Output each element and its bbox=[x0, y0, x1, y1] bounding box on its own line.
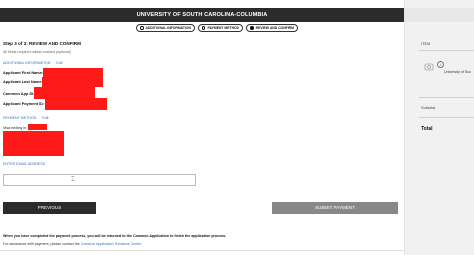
info-icon[interactable]: i bbox=[437, 61, 444, 68]
email-label: ENTER EMAIL ADDRESS bbox=[3, 162, 46, 166]
solutions-center-link[interactable]: Common Application Solutions Center. bbox=[81, 242, 142, 246]
sidebar-header-band bbox=[405, 8, 474, 22]
sidebar-divider bbox=[419, 50, 474, 51]
edit-additional-info-link[interactable]: Edit bbox=[56, 61, 62, 65]
step-payment-method[interactable]: PAYMENT METHOD bbox=[197, 24, 244, 32]
edit-payment-method-link[interactable]: Edit bbox=[42, 116, 48, 120]
last-name-label: Applicant Last Name: bbox=[3, 79, 43, 84]
redaction-payment-id bbox=[45, 98, 107, 110]
step-dot-icon bbox=[140, 26, 144, 30]
step-label: ADDITIONAL INFORMATION bbox=[145, 26, 191, 30]
step-label: REVIEW AND CONFIRM bbox=[255, 26, 294, 30]
footer-divider bbox=[0, 250, 404, 251]
step-review-and-confirm[interactable]: REVIEW AND CONFIRM bbox=[246, 24, 298, 32]
section-label: PAYMENT METHOD bbox=[3, 116, 37, 120]
card-ending-text: Visa ending in bbox=[3, 126, 27, 130]
subtotal-label: Subtotal bbox=[421, 105, 436, 110]
return-notice: When you have completed the payment proc… bbox=[3, 234, 227, 238]
assistance-text: For assistance with payment, please cont… bbox=[3, 242, 80, 246]
payment-method-section-header: PAYMENT METHOD Edit bbox=[3, 116, 49, 120]
step-dot-icon bbox=[250, 26, 254, 30]
step-label: PAYMENT METHOD bbox=[207, 26, 240, 30]
email-field[interactable]: ⌶ bbox=[3, 174, 196, 186]
image-placeholder-icon bbox=[424, 63, 434, 71]
item-column-header: ITEM bbox=[421, 41, 431, 46]
payment-id-label: Applicant Payment ID: bbox=[3, 101, 45, 106]
submit-payment-button[interactable]: SUBMIT PAYMENT bbox=[272, 202, 398, 214]
redaction-last-name bbox=[42, 77, 103, 87]
assistance-notice: For assistance with payment, please cont… bbox=[3, 242, 142, 246]
checkout-main: UNIVERSITY OF SOUTH CAROLINA-COLUMBIA AD… bbox=[0, 0, 404, 255]
sidebar-divider bbox=[419, 97, 474, 98]
section-label: ADDITIONAL INFORMATION bbox=[3, 61, 51, 65]
text-cursor-icon: ⌶ bbox=[71, 177, 75, 183]
page-title: Step 3 of 3: REVIEW AND CONFIRM bbox=[3, 41, 81, 46]
redaction-first-name bbox=[43, 68, 103, 77]
order-summary-sidebar: ITEM i University of Sou Subtotal Total bbox=[404, 0, 474, 255]
page-header: UNIVERSITY OF SOUTH CAROLINA-COLUMBIA bbox=[0, 8, 404, 22]
first-name-label: Applicant First Name: bbox=[3, 70, 44, 75]
common-app-id-label: Common App ID: bbox=[3, 91, 35, 96]
total-label: Total bbox=[421, 126, 433, 132]
step-dot-icon bbox=[201, 26, 206, 30]
step-additional-information[interactable]: ADDITIONAL INFORMATION bbox=[136, 24, 195, 32]
redaction-card-number bbox=[28, 124, 47, 130]
step-indicator: ADDITIONAL INFORMATION PAYMENT METHOD RE… bbox=[136, 24, 298, 33]
redaction-billing-details bbox=[3, 131, 64, 156]
sidebar-divider bbox=[419, 117, 474, 118]
required-note: All fields required unless marked (optio… bbox=[3, 50, 71, 54]
previous-button[interactable]: PREVIOUS bbox=[3, 202, 96, 214]
additional-info-section-header: ADDITIONAL INFORMATION Edit bbox=[3, 61, 63, 65]
item-name: University of Sou bbox=[444, 70, 472, 74]
